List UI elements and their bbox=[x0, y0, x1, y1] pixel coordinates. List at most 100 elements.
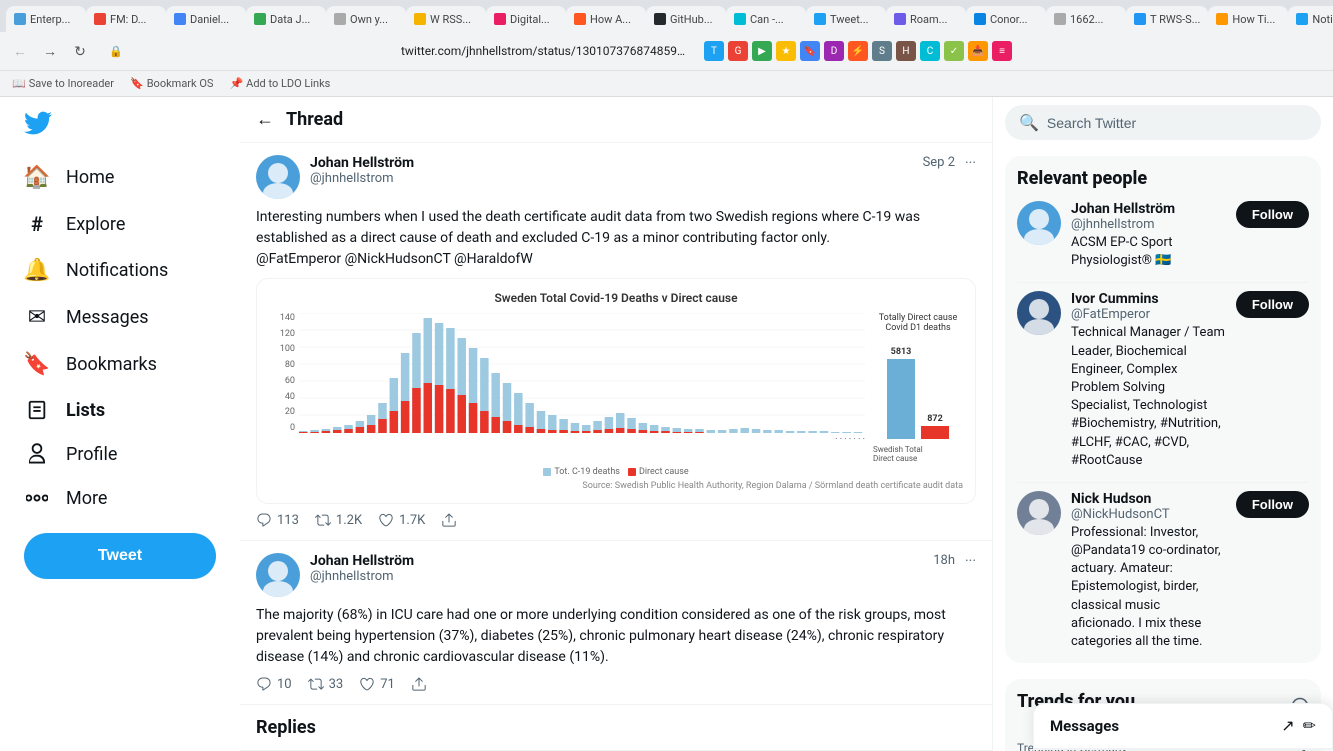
search-input-wrap[interactable]: 🔍 bbox=[1005, 105, 1321, 140]
browser-tab-can[interactable]: Can -... bbox=[726, 6, 806, 32]
lists-icon bbox=[24, 399, 50, 421]
ext-icon-12[interactable]: 📥 bbox=[968, 41, 988, 61]
browser-tab-rss[interactable]: W RSS... bbox=[406, 6, 486, 32]
bookmark-os[interactable]: 🔖 Bookmark OS bbox=[126, 75, 217, 92]
person-nick-avatar[interactable] bbox=[1017, 491, 1061, 535]
nav-home-label: Home bbox=[66, 167, 114, 188]
back-button[interactable]: ← bbox=[256, 109, 274, 130]
tweet-author-name[interactable]: Johan Hellström bbox=[310, 155, 913, 171]
second-tweet-more[interactable]: ··· bbox=[965, 553, 976, 569]
retweet-action[interactable]: 1.2K bbox=[315, 512, 362, 528]
ext-icon-3[interactable]: ▶ bbox=[752, 41, 772, 61]
ext-icon-10[interactable]: C bbox=[920, 41, 940, 61]
chart-right-value-2: 872 bbox=[927, 414, 943, 424]
person-ivor-handle[interactable]: @FatEmperor bbox=[1071, 307, 1226, 322]
browser-tab-how[interactable]: How A... bbox=[566, 6, 646, 32]
tweet-author-handle[interactable]: @jhnhellstrom bbox=[310, 171, 913, 186]
bookmarks-icon: 🔖 bbox=[24, 352, 50, 377]
follow-ivor-button[interactable]: Follow bbox=[1236, 291, 1309, 318]
browser-tab-data[interactable]: Data J... bbox=[246, 6, 326, 32]
nav-profile[interactable]: Profile bbox=[12, 433, 228, 475]
browser-tab-fm[interactable]: FM: D... bbox=[86, 6, 166, 32]
browser-tab-enterprises[interactable]: Enterp... bbox=[6, 6, 86, 32]
forward-button[interactable]: → bbox=[38, 39, 62, 63]
tweet-author-avatar[interactable] bbox=[256, 155, 300, 199]
ext-icon-1[interactable]: T bbox=[704, 41, 724, 61]
browser-tab-rws[interactable]: T RWS-S... bbox=[1126, 6, 1208, 32]
address-bar[interactable]: 🔒 twitter.com/jhnhellstrom/status/130107… bbox=[98, 37, 698, 65]
bookmark-inoreader[interactable]: 📖 Save to Inoreader bbox=[8, 75, 118, 92]
browser-tab-1662[interactable]: 1662... bbox=[1046, 6, 1126, 32]
follow-nick-button[interactable]: Follow bbox=[1236, 491, 1309, 518]
replies-header: Replies bbox=[240, 705, 992, 751]
nav-explore[interactable]: # Explore bbox=[12, 202, 228, 246]
nav-lists[interactable]: Lists bbox=[12, 389, 228, 431]
chart-title: Sweden Total Covid-19 Deaths v Direct ca… bbox=[269, 291, 963, 305]
nav-more[interactable]: More bbox=[12, 477, 228, 519]
bookmark-ldo[interactable]: 📌 Add to LDO Links bbox=[225, 75, 334, 92]
browser-tab-notifi[interactable]: Notifi... bbox=[1288, 6, 1333, 32]
messages-expand-button[interactable]: ↗ bbox=[1281, 716, 1294, 736]
ext-icon-6[interactable]: D bbox=[824, 41, 844, 61]
person-ivor-avatar[interactable] bbox=[1017, 291, 1061, 335]
ext-icon-11[interactable]: ✓ bbox=[944, 41, 964, 61]
browser-tab-github[interactable]: GitHub... bbox=[646, 6, 726, 32]
twitter-logo[interactable] bbox=[12, 101, 228, 149]
nav-more-label: More bbox=[66, 488, 107, 509]
ext-icon-13[interactable]: ≡ bbox=[992, 41, 1012, 61]
ext-icon-4[interactable]: ★ bbox=[776, 41, 796, 61]
follow-johan-button[interactable]: Follow bbox=[1236, 201, 1309, 228]
ext-icon-2[interactable]: G bbox=[728, 41, 748, 61]
nav-notifications-label: Notifications bbox=[66, 260, 168, 281]
messages-icon: ✉ bbox=[24, 305, 50, 330]
person-ivor-name[interactable]: Ivor Cummins bbox=[1071, 291, 1226, 307]
second-retweet-count: 33 bbox=[329, 677, 344, 692]
back-button[interactable]: ← bbox=[8, 39, 32, 63]
messages-widget-header[interactable]: Messages ↗ ✏ bbox=[1034, 704, 1332, 749]
person-johan-avatar[interactable] bbox=[1017, 201, 1061, 245]
share-action[interactable] bbox=[441, 512, 457, 528]
browser-tab-howti[interactable]: How Ti... bbox=[1208, 6, 1288, 32]
second-share-action[interactable] bbox=[411, 676, 427, 692]
browser-tab-daniel[interactable]: Daniel... bbox=[166, 6, 246, 32]
thread-header: ← Thread bbox=[240, 97, 992, 143]
second-retweet-action[interactable]: 33 bbox=[308, 676, 344, 692]
second-tweet-author-name[interactable]: Johan Hellström bbox=[310, 553, 923, 569]
reload-button[interactable]: ↻ bbox=[68, 39, 92, 63]
messages-compose-button[interactable]: ✏ bbox=[1303, 716, 1316, 736]
nav-messages[interactable]: ✉ Messages bbox=[12, 295, 228, 340]
nav-home[interactable]: 🏠 Home bbox=[12, 155, 228, 200]
person-nick: Nick Hudson @NickHudsonCT Professional: … bbox=[1017, 491, 1309, 651]
legend-item-blue: Tot. C-19 deaths bbox=[543, 467, 620, 477]
tweet-more-button[interactable]: ··· bbox=[965, 155, 976, 171]
browser-toolbar: ← → ↻ 🔒 twitter.com/jhnhellstrom/status/… bbox=[0, 32, 1333, 70]
reply-action[interactable]: 113 bbox=[256, 512, 299, 528]
person-nick-handle[interactable]: @NickHudsonCT bbox=[1071, 507, 1226, 522]
ext-icon-5[interactable]: 🔖 bbox=[800, 41, 820, 61]
browser-tab-own[interactable]: Own y... bbox=[326, 6, 406, 32]
browser-chrome: Enterp... FM: D... Daniel... Data J... O… bbox=[0, 0, 1333, 97]
browser-tab-conor[interactable]: Conor... bbox=[966, 6, 1046, 32]
tweet-date: Sep 2 bbox=[923, 155, 955, 170]
ext-icon-7[interactable]: ⚡ bbox=[848, 41, 868, 61]
person-johan-handle[interactable]: @jhnhellstrom bbox=[1071, 217, 1226, 232]
second-tweet-author-handle[interactable]: @jhnhellstrom bbox=[310, 569, 923, 584]
person-nick-name[interactable]: Nick Hudson bbox=[1071, 491, 1226, 507]
ext-icon-8[interactable]: S bbox=[872, 41, 892, 61]
search-icon: 🔍 bbox=[1019, 113, 1039, 132]
second-reply-action[interactable]: 10 bbox=[256, 676, 292, 692]
tweet-header: Johan Hellström @jhnhellstrom Sep 2 ··· bbox=[256, 155, 976, 199]
person-johan-name[interactable]: Johan Hellström bbox=[1071, 201, 1226, 217]
like-action[interactable]: 1.7K bbox=[378, 512, 425, 528]
ext-icon-9[interactable]: H bbox=[896, 41, 916, 61]
second-tweet-avatar[interactable] bbox=[256, 553, 300, 597]
nav-bookmarks[interactable]: 🔖 Bookmarks bbox=[12, 342, 228, 387]
relevant-people-section: Relevant people Johan Hellström @jhnhell… bbox=[1005, 156, 1321, 663]
browser-tab-roam[interactable]: Roam... bbox=[886, 6, 966, 32]
second-like-action[interactable]: 71 bbox=[359, 676, 395, 692]
tweet-button[interactable]: Tweet bbox=[24, 533, 216, 579]
nav-notifications[interactable]: 🔔 Notifications bbox=[12, 248, 228, 293]
browser-tab-digital[interactable]: Digital... bbox=[486, 6, 566, 32]
browser-tab-tweet[interactable]: Tweet... bbox=[806, 6, 886, 32]
search-input[interactable] bbox=[1047, 115, 1307, 131]
